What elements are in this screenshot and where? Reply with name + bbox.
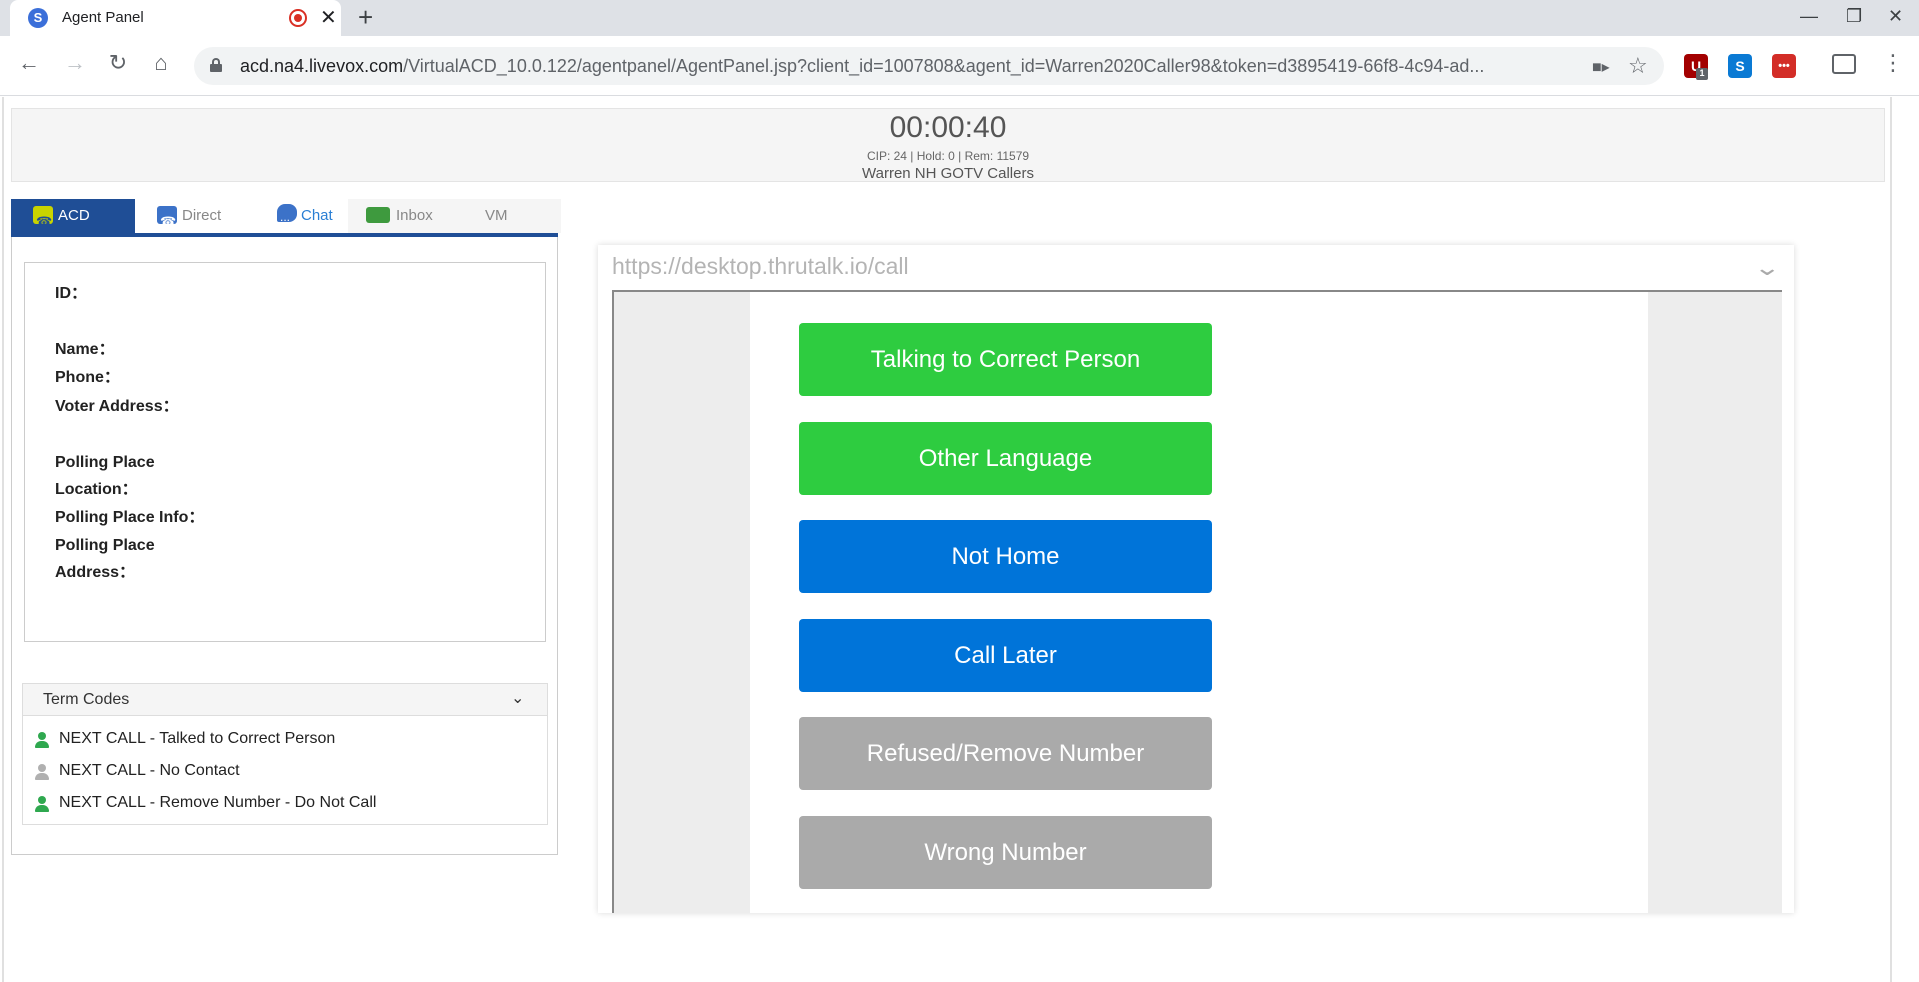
- frame-url: https://desktop.thrutalk.io/call: [612, 253, 909, 279]
- call-status-header: 00:00:40 CIP: 24 | Hold: 0 | Rem: 11579 …: [11, 108, 1885, 182]
- voter-address-label: Voter Address：: [55, 398, 179, 415]
- browser-toolbar: ← → ↻ ⌂ acd.na4.livevox.com/VirtualACD_1…: [0, 36, 1919, 96]
- page-border-left: [2, 97, 4, 982]
- tab-inbox[interactable]: Inbox: [348, 199, 451, 233]
- menu-icon[interactable]: ⋮: [1882, 50, 1904, 76]
- tab-close-icon[interactable]: ✕: [320, 5, 337, 30]
- chevron-down-icon[interactable]: ⌄: [1753, 255, 1781, 281]
- page-border-right: [1890, 97, 1892, 982]
- tab-acd-label: ACD: [58, 207, 90, 224]
- other-language-button[interactable]: Other Language: [799, 422, 1212, 495]
- polling-place-address-label-line2: Address：: [55, 564, 136, 581]
- tab-direct[interactable]: ☎ Direct: [135, 199, 259, 233]
- not-home-button[interactable]: Not Home: [799, 520, 1212, 593]
- home-icon[interactable]: ⌂: [146, 50, 176, 76]
- browser-tab-strip: S Agent Panel ✕ + — ❐ ✕: [0, 0, 1919, 36]
- cast-icon[interactable]: [1832, 54, 1856, 74]
- queue-stats: CIP: 24 | Hold: 0 | Rem: 11579: [866, 149, 1030, 163]
- tab-chat[interactable]: ... Chat: [259, 199, 348, 233]
- forward-icon[interactable]: →: [60, 50, 90, 76]
- call-script-page: Talking to Correct Person Other Language…: [750, 292, 1648, 913]
- tab-acd[interactable]: ☎ ACD: [11, 199, 135, 233]
- lock-icon[interactable]: [210, 58, 222, 72]
- url-host: acd.na4.livevox.com: [240, 56, 404, 76]
- url-text[interactable]: acd.na4.livevox.com/VirtualACD_10.0.122/…: [240, 56, 1484, 77]
- person-icon: [35, 764, 49, 780]
- phone-icon: ☎: [33, 206, 53, 229]
- term-code-item[interactable]: NEXT CALL - No Contact: [35, 762, 240, 780]
- term-code-label: NEXT CALL - No Contact: [59, 762, 240, 779]
- ublock-icon[interactable]: U1: [1684, 54, 1708, 80]
- polling-place-location-label-line1: Polling Place: [55, 454, 155, 471]
- agent-tabs: ☎ ACD ☎ Direct ... Chat Inbox VM: [11, 199, 561, 237]
- minimize-window-icon[interactable]: —: [1800, 6, 1818, 27]
- skype-icon[interactable]: S: [1728, 54, 1752, 78]
- star-icon[interactable]: ☆: [1628, 53, 1648, 79]
- wrong-number-button[interactable]: Wrong Number: [799, 816, 1212, 889]
- term-codes-title: Term Codes: [43, 691, 130, 708]
- term-code-item[interactable]: NEXT CALL - Talked to Correct Person: [35, 730, 336, 748]
- address-bar[interactable]: acd.na4.livevox.com/VirtualACD_10.0.122/…: [194, 47, 1664, 85]
- term-code-item[interactable]: NEXT CALL - Remove Number - Do Not Call: [35, 794, 377, 812]
- name-label: Name：: [55, 341, 115, 358]
- tab-vm-label: VM: [485, 207, 508, 224]
- browser-tab-agent-panel[interactable]: S Agent Panel ✕: [10, 0, 341, 36]
- person-icon: [35, 732, 49, 748]
- extension-badge: 1: [1696, 68, 1708, 80]
- term-code-label: NEXT CALL - Talked to Correct Person: [59, 730, 336, 747]
- lastpass-icon[interactable]: •••: [1772, 54, 1796, 78]
- tab-direct-label: Direct: [182, 207, 222, 224]
- tab-vm[interactable]: VM: [451, 199, 561, 233]
- chat-bubble-icon: ...: [277, 204, 297, 224]
- contact-info-panel: ID： Name： Phone： Voter Address： Polling …: [24, 262, 546, 642]
- polling-place-info-label: Polling Place Info：: [55, 509, 205, 526]
- campaign-name: Warren NH GOTV Callers: [862, 165, 1034, 182]
- polling-place-location-label-line2: Location：: [55, 481, 138, 498]
- page-content: 00:00:40 CIP: 24 | Hold: 0 | Rem: 11579 …: [0, 97, 1919, 982]
- restore-window-icon[interactable]: ❐: [1846, 6, 1862, 27]
- phone-label: Phone：: [55, 369, 120, 386]
- chevron-down-icon[interactable]: ⌄: [511, 688, 524, 708]
- embedded-frame-card: https://desktop.thrutalk.io/call ⌄ Talki…: [598, 245, 1794, 913]
- tab-inbox-label: Inbox: [396, 207, 433, 224]
- refused-remove-number-button[interactable]: Refused/Remove Number: [799, 717, 1212, 790]
- call-later-button[interactable]: Call Later: [799, 619, 1212, 692]
- embedded-frame: Talking to Correct Person Other Language…: [612, 290, 1782, 913]
- new-tab-button[interactable]: +: [358, 2, 373, 33]
- person-icon: [35, 796, 49, 812]
- reload-icon[interactable]: ↻: [103, 50, 133, 76]
- livevox-favicon-icon: S: [28, 8, 48, 28]
- inbox-tray-icon: [366, 207, 390, 223]
- recording-indicator-icon: [289, 9, 307, 27]
- term-codes-header[interactable]: Term Codes ⌄: [23, 684, 547, 716]
- camera-icon[interactable]: ■▸: [1592, 57, 1610, 77]
- tab-chat-label: Chat: [301, 207, 333, 224]
- term-codes-panel: Term Codes ⌄ NEXT CALL - Talked to Corre…: [22, 683, 548, 825]
- back-icon[interactable]: ←: [14, 50, 44, 76]
- phone-icon: ☎: [157, 206, 177, 229]
- talking-to-correct-person-button[interactable]: Talking to Correct Person: [799, 323, 1212, 396]
- url-path: /VirtualACD_10.0.122/agentpanel/AgentPan…: [403, 56, 1485, 76]
- call-timer: 00:00:40: [889, 111, 1007, 144]
- close-window-icon[interactable]: ✕: [1888, 6, 1903, 27]
- id-label: ID：: [55, 285, 88, 302]
- tab-title: Agent Panel: [62, 9, 144, 26]
- polling-place-address-label-line1: Polling Place: [55, 537, 155, 554]
- term-code-label: NEXT CALL - Remove Number - Do Not Call: [59, 794, 377, 811]
